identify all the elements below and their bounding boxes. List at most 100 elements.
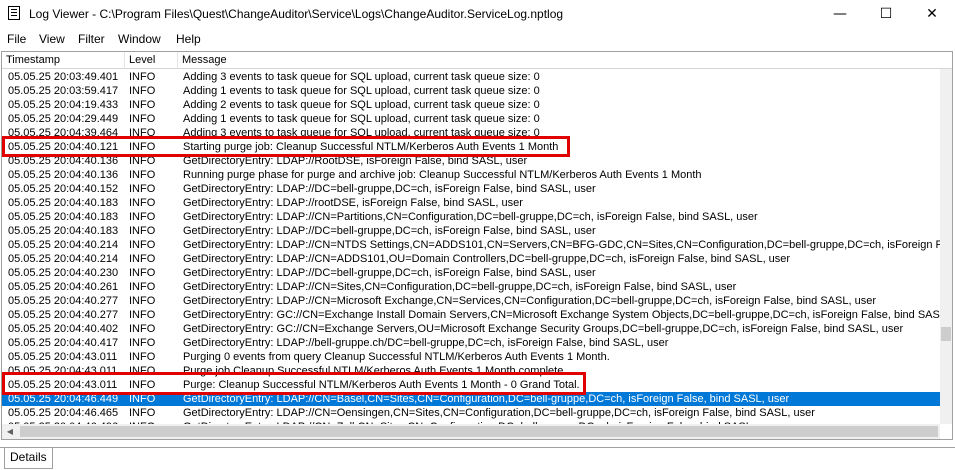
cell-message: Adding 1 events to task queue for SQL up… (183, 113, 540, 125)
cell-timestamp: 05.05.25 20:04:40.214 (8, 239, 119, 251)
log-rows: 05.05.25 20:03:49.401 INFO Adding 3 events… (2, 69, 940, 424)
cell-timestamp: 05.05.25 20:04:46.465 (8, 407, 119, 419)
cell-level: INFO (129, 295, 156, 307)
column-header-timestamp[interactable]: Timestamp (2, 52, 125, 68)
cell-level: INFO (129, 155, 156, 167)
cell-timestamp: 05.05.25 20:04:40.214 (8, 253, 119, 265)
table-row[interactable]: 05.05.25 20:04:46.465 INFO GetDirectoryEnt… (2, 406, 940, 420)
cell-message: GetDirectoryEntry: LDAP://CN=NTDS Settin… (183, 239, 940, 251)
table-row[interactable]: 05.05.25 20:04:40.214 INFO GetDirectoryEnt… (2, 238, 940, 252)
cell-level: INFO (129, 323, 156, 335)
cell-message: Purging 0 events from query Cleanup Succ… (183, 351, 610, 363)
scroll-left-icon[interactable]: ◀ (2, 424, 18, 439)
cell-timestamp: 05.05.25 20:04:46.449 (8, 393, 119, 405)
table-row[interactable]: 05.05.25 20:04:43.011 INFO Purging 0 event… (2, 350, 940, 364)
cell-message: GetDirectoryEntry: LDAP://DC=bell-gruppe… (183, 183, 596, 195)
table-row[interactable]: 05.05.25 20:04:40.152 INFO GetDirectoryEnt… (2, 182, 940, 196)
tab-details[interactable]: Details (4, 448, 53, 469)
cell-message: Adding 3 events to task queue for SQL up… (183, 71, 540, 83)
table-row[interactable]: 05.05.25 20:04:46.449 INFO GetDirectoryEnt… (2, 392, 940, 406)
menu-bar: File View Filter Window Help (0, 29, 955, 48)
horizontal-scroll-thumb[interactable] (20, 426, 938, 437)
vertical-scroll-thumb[interactable] (941, 327, 951, 341)
cell-timestamp: 05.05.25 20:04:43.011 (8, 351, 118, 363)
cell-message: GetDirectoryEntry: LDAP://CN=Sites,CN=Co… (183, 281, 737, 293)
cell-timestamp: 05.05.25 20:04:40.230 (8, 267, 119, 279)
cell-timestamp: 05.05.25 20:04:40.417 (8, 337, 119, 349)
cell-message: GetDirectoryEntry: LDAP://DC=bell-gruppe… (183, 225, 596, 237)
table-row[interactable]: 05.05.25 20:04:19.433 INFO Adding 2 events… (2, 98, 940, 112)
cell-timestamp: 05.05.25 20:04:40.261 (8, 281, 119, 293)
table-row[interactable]: 05.05.25 20:04:39.464 INFO Adding 3 events… (2, 126, 940, 140)
cell-level: INFO (129, 407, 156, 419)
cell-level: INFO (129, 85, 156, 97)
cell-message: Purge: Cleanup Successful NTLM/Kerberos … (183, 379, 580, 391)
cell-timestamp: 05.05.25 20:04:40.277 (8, 309, 119, 321)
table-row[interactable]: 05.05.25 20:04:40.136 INFO GetDirectoryEnt… (2, 154, 940, 168)
table-row[interactable]: 05.05.25 20:04:40.214 INFO GetDirectoryEnt… (2, 252, 940, 266)
table-row[interactable]: 05.05.25 20:04:40.183 INFO GetDirectoryEnt… (2, 196, 940, 210)
cell-message: GetDirectoryEntry: LDAP://DC=bell-gruppe… (183, 267, 596, 279)
column-header-message[interactable]: Message (178, 52, 952, 68)
table-row[interactable]: 05.05.25 20:04:29.449 INFO Adding 1 events… (2, 112, 940, 126)
cell-message: GetDirectoryEntry: GC://CN=Exchange Inst… (183, 309, 940, 321)
cell-timestamp: 05.05.25 20:04:43.011 (8, 379, 118, 391)
cell-level: INFO (129, 183, 156, 195)
table-row[interactable]: 05.05.25 20:03:49.401 INFO Adding 3 events… (2, 70, 940, 84)
cell-level: INFO (129, 253, 156, 265)
table-row[interactable]: 05.05.25 20:04:40.277 INFO GetDirectoryEnt… (2, 294, 940, 308)
cell-timestamp: 05.05.25 20:04:19.433 (8, 99, 119, 111)
cell-message: Running purge phase for purge and archiv… (183, 169, 702, 181)
table-row[interactable]: 05.05.25 20:04:40.183 INFO GetDirectoryEnt… (2, 210, 940, 224)
cell-timestamp: 05.05.25 20:04:40.136 (8, 155, 119, 167)
table-row[interactable]: 05.05.25 20:04:40.261 INFO GetDirectoryEnt… (2, 280, 940, 294)
cell-message: Adding 2 events to task queue for SQL up… (183, 99, 540, 111)
cell-level: INFO (129, 281, 156, 293)
bottom-tab-bar: Details (0, 447, 955, 470)
table-row[interactable]: 05.05.25 20:04:43.011 INFO Purge: Cleanup … (2, 378, 940, 392)
table-row[interactable]: 05.05.25 20:03:59.417 INFO Adding 1 events… (2, 84, 940, 98)
table-row[interactable]: 05.05.25 20:04:43.011 INFO Purge job Clean… (2, 364, 940, 378)
table-row[interactable]: 05.05.25 20:04:40.417 INFO GetDirectoryEnt… (2, 336, 940, 350)
cell-message: Purge job Cleanup Successful NTLM/Kerber… (183, 365, 567, 377)
cell-level: INFO (129, 379, 156, 391)
table-row[interactable]: 05.05.25 20:04:40.121 INFO Starting purge … (2, 140, 940, 154)
menu-view[interactable]: View (39, 32, 65, 46)
cell-level: INFO (129, 351, 156, 363)
menu-filter[interactable]: Filter (78, 32, 105, 46)
menu-file[interactable]: File (7, 32, 26, 46)
cell-message: GetDirectoryEntry: GC://CN=Exchange Serv… (183, 323, 904, 335)
cell-timestamp: 05.05.25 20:04:40.183 (8, 197, 119, 209)
cell-message: GetDirectoryEntry: LDAP://CN=Partitions,… (183, 211, 758, 223)
vertical-scrollbar[interactable] (940, 69, 952, 424)
cell-level: INFO (129, 169, 156, 181)
cell-level: INFO (129, 99, 156, 111)
table-row[interactable]: 05.05.25 20:04:40.230 INFO GetDirectoryEnt… (2, 266, 940, 280)
table-row[interactable]: 05.05.25 20:04:40.183 INFO GetDirectoryEnt… (2, 224, 940, 238)
cell-timestamp: 05.05.25 20:04:40.152 (8, 183, 119, 195)
table-row[interactable]: 05.05.25 20:04:40.277 INFO GetDirectoryEnt… (2, 308, 940, 322)
cell-message: Starting purge job: Cleanup Successful N… (183, 141, 559, 153)
column-header-level[interactable]: Level (125, 52, 178, 68)
cell-level: INFO (129, 197, 156, 209)
cell-message: Adding 1 events to task queue for SQL up… (183, 85, 540, 97)
cell-message: Adding 3 events to task queue for SQL up… (183, 127, 540, 139)
cell-message: GetDirectoryEntry: LDAP://CN=Basel,CN=Si… (183, 393, 790, 405)
menu-help[interactable]: Help (176, 32, 201, 46)
menu-window[interactable]: Window (118, 32, 161, 46)
table-row[interactable]: 05.05.25 20:04:40.136 INFO Running purge p… (2, 168, 940, 182)
cell-timestamp: 05.05.25 20:04:40.183 (8, 225, 119, 237)
table-row[interactable]: 05.05.25 20:04:40.402 INFO GetDirectoryEnt… (2, 322, 940, 336)
cell-level: INFO (129, 337, 156, 349)
log-table: Timestamp Level Message 05.05.25 20:03:4… (1, 51, 953, 440)
cell-level: INFO (129, 71, 156, 83)
cell-level: INFO (129, 393, 156, 405)
cell-level: INFO (129, 113, 156, 125)
close-button[interactable]: ✕ (909, 0, 955, 28)
maximize-button[interactable]: ☐ (863, 0, 909, 28)
cell-level: INFO (129, 127, 156, 139)
horizontal-scrollbar[interactable]: ◀ (2, 424, 940, 439)
cell-timestamp: 05.05.25 20:04:39.464 (8, 127, 119, 139)
window-title: Log Viewer - C:\Program Files\Quest\Chan… (29, 7, 564, 21)
minimize-button[interactable]: — (817, 0, 863, 28)
